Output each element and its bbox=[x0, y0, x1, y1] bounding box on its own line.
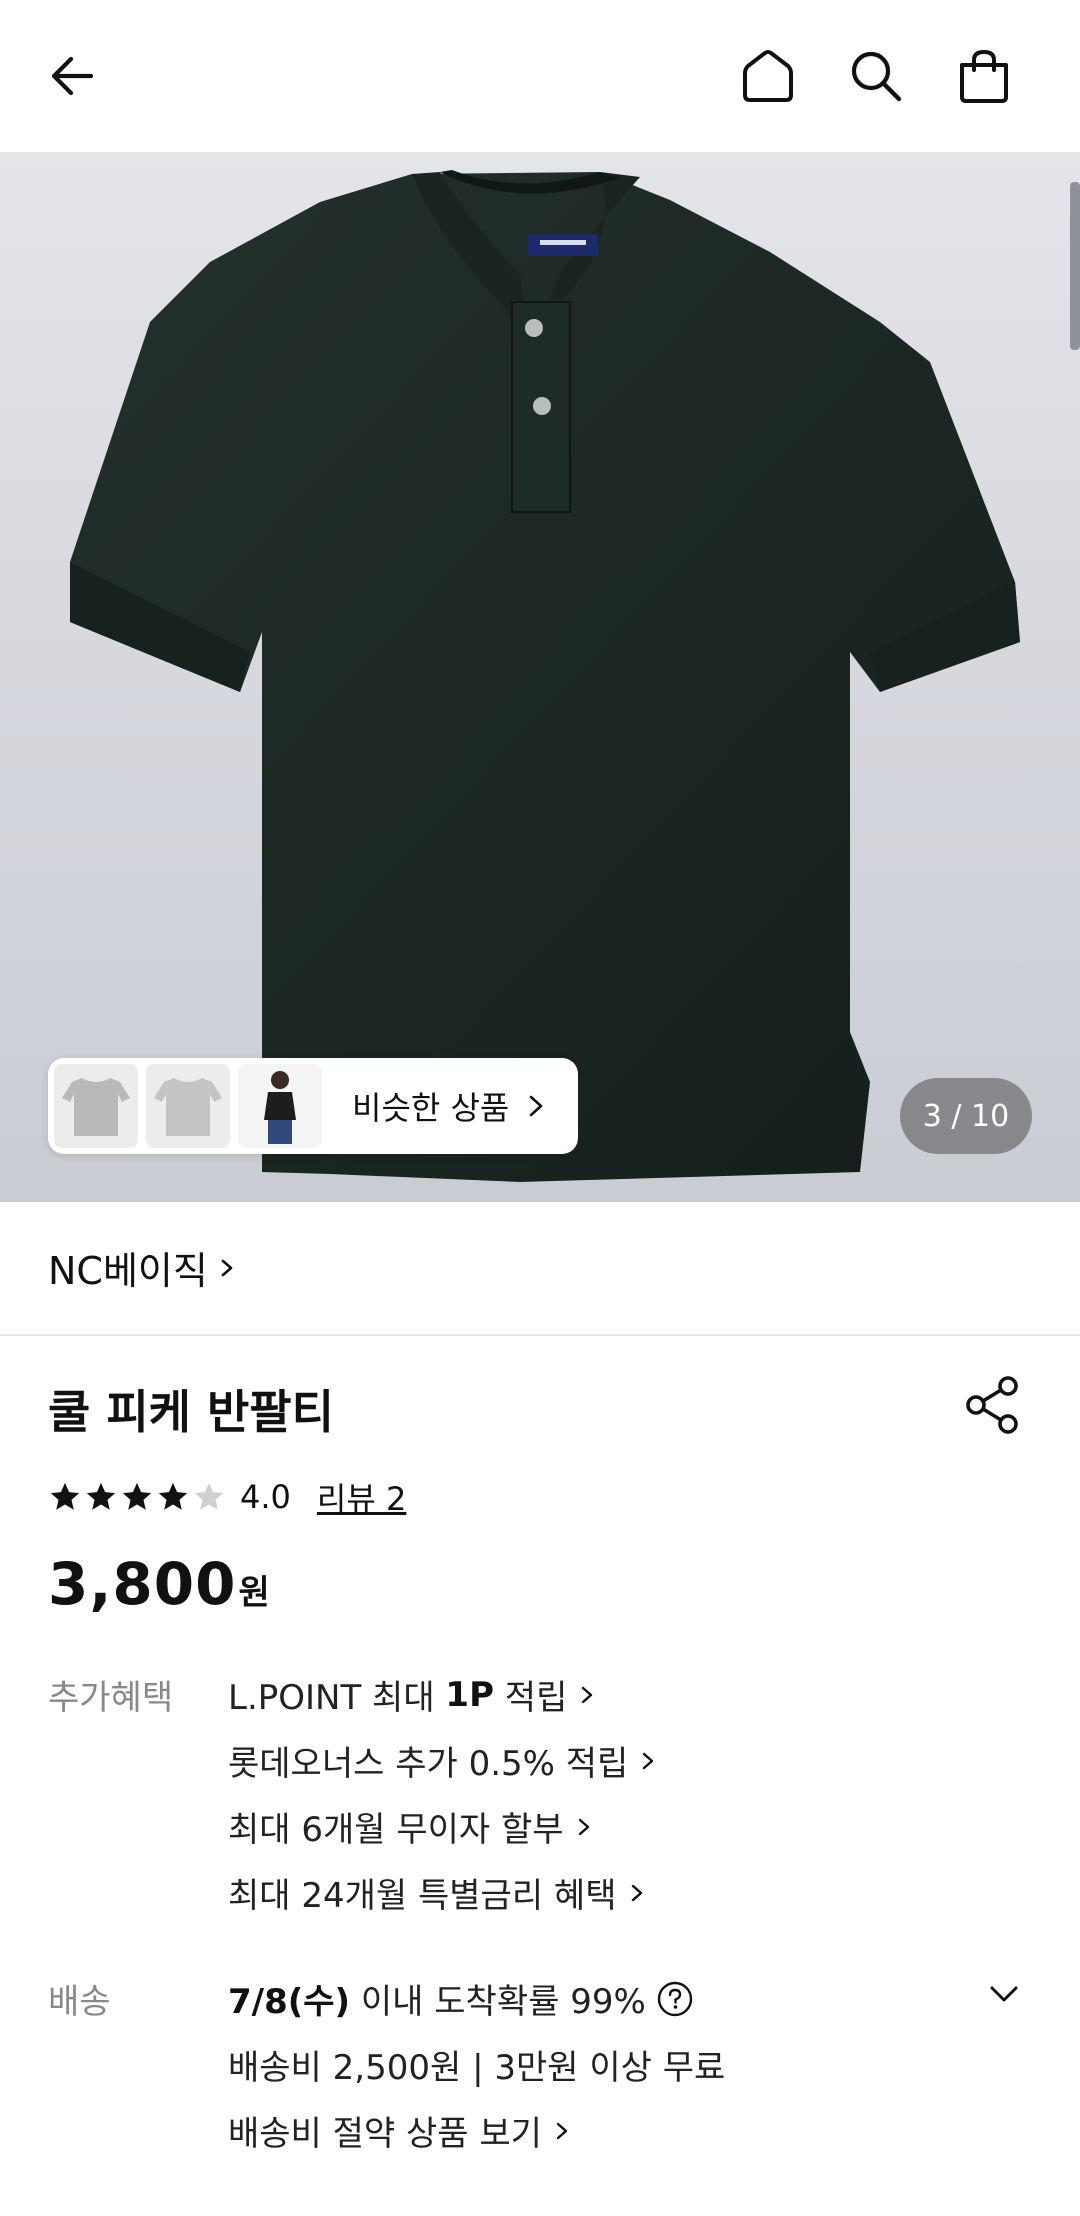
similar-products-button[interactable]: 비슷한 상품 bbox=[48, 1058, 578, 1154]
home-icon bbox=[743, 50, 793, 102]
shipping-eta: 7/8(수) 이내 도착확률 99% bbox=[228, 1974, 694, 2023]
chevron-down-icon[interactable] bbox=[984, 1974, 1024, 2014]
benefits-label: 추가혜택 bbox=[48, 1678, 174, 1718]
benefit-installment[interactable]: 최대 6개월 무이자 할부 bbox=[228, 1802, 592, 1851]
benefit-lpoint-suffix: 적립 bbox=[494, 1678, 568, 1718]
help-icon[interactable] bbox=[656, 1980, 694, 2018]
benefit-special-rate-label: 최대 24개월 특별금리 혜택 bbox=[228, 1876, 617, 1916]
review-link[interactable]: 리뷰 2 bbox=[317, 1474, 406, 1520]
home-button[interactable] bbox=[728, 36, 808, 116]
benefit-installment-label: 최대 6개월 무이자 할부 bbox=[228, 1810, 564, 1850]
chevron-right-icon bbox=[530, 1095, 543, 1117]
search-button[interactable] bbox=[836, 36, 916, 116]
star-filled-icon bbox=[86, 1482, 116, 1510]
arrow-left-icon bbox=[51, 56, 94, 96]
benefit-lpoint-prefix: L.POINT 최대 bbox=[228, 1678, 446, 1718]
chevron-right-icon bbox=[578, 1818, 589, 1835]
benefit-lotte-members[interactable]: 롯데오너스 추가 0.5% 적립 bbox=[228, 1736, 656, 1785]
benefit-lpoint-amount: 1P bbox=[445, 1674, 494, 1715]
image-counter: 3 / 10 bbox=[900, 1078, 1032, 1154]
similar-thumb-2 bbox=[146, 1064, 230, 1148]
similar-products-label: 비슷한 상품 bbox=[352, 1089, 510, 1127]
shopping-bag-icon bbox=[960, 49, 1008, 103]
price: 3,800 원 bbox=[48, 1550, 270, 1618]
shipping-date: 7/8(수) bbox=[228, 1982, 351, 2022]
chevron-right-icon bbox=[221, 1259, 233, 1276]
top-app-bar bbox=[0, 0, 1080, 152]
shipping-fee-text: 배송비 2,500원 | 3만원 이상 무료 bbox=[228, 2048, 726, 2088]
chevron-right-icon bbox=[643, 1752, 654, 1769]
cart-button[interactable] bbox=[944, 36, 1024, 116]
benefit-special-rate[interactable]: 최대 24개월 특별금리 혜택 bbox=[228, 1868, 645, 1917]
product-image-carousel[interactable]: 비슷한 상품 3 / 10 bbox=[0, 152, 1080, 1202]
search-icon bbox=[851, 51, 902, 102]
star-filled-icon bbox=[158, 1482, 188, 1510]
scroll-indicator bbox=[1070, 182, 1080, 350]
brand-name: NC베이직 bbox=[48, 1249, 208, 1293]
back-button[interactable] bbox=[32, 36, 112, 116]
chevron-right-icon bbox=[582, 1686, 593, 1703]
section-divider bbox=[0, 1334, 1080, 1336]
polo-shirt-image bbox=[70, 170, 1020, 1182]
shipping-save-link[interactable]: 배송비 절약 상품 보기 bbox=[228, 2106, 570, 2155]
chevron-right-icon bbox=[556, 2122, 568, 2139]
chevron-right-icon bbox=[631, 1884, 642, 1901]
benefit-lotte-members-label: 롯데오너스 추가 0.5% 적립 bbox=[228, 1744, 629, 1784]
star-filled-icon bbox=[122, 1482, 152, 1510]
similar-thumb-3 bbox=[238, 1064, 322, 1148]
share-icon[interactable] bbox=[960, 1372, 1026, 1438]
shipping-eta-text: 이내 도착확률 99% bbox=[350, 1982, 646, 2022]
shipping-label: 배송 bbox=[48, 1982, 111, 2022]
rating-row: 4.0 리뷰 2 bbox=[48, 1474, 406, 1520]
price-amount: 3,800 bbox=[48, 1550, 237, 1618]
star-filled-icon bbox=[50, 1482, 80, 1510]
brand-link[interactable]: NC베이직 bbox=[48, 1240, 236, 1295]
star-empty-icon bbox=[194, 1482, 224, 1510]
shipping-fee: 배송비 2,500원 | 3만원 이상 무료 bbox=[228, 2040, 725, 2089]
product-title: 쿨 피케 반팔티 bbox=[48, 1385, 334, 1439]
similar-thumb-1 bbox=[54, 1064, 138, 1148]
shipping-save-label: 배송비 절약 상품 보기 bbox=[228, 2114, 542, 2154]
rating-score: 4.0 bbox=[240, 1478, 291, 1516]
benefit-lpoint[interactable]: L.POINT 최대 1P 적립 bbox=[228, 1670, 595, 1719]
price-currency: 원 bbox=[238, 1573, 270, 1613]
